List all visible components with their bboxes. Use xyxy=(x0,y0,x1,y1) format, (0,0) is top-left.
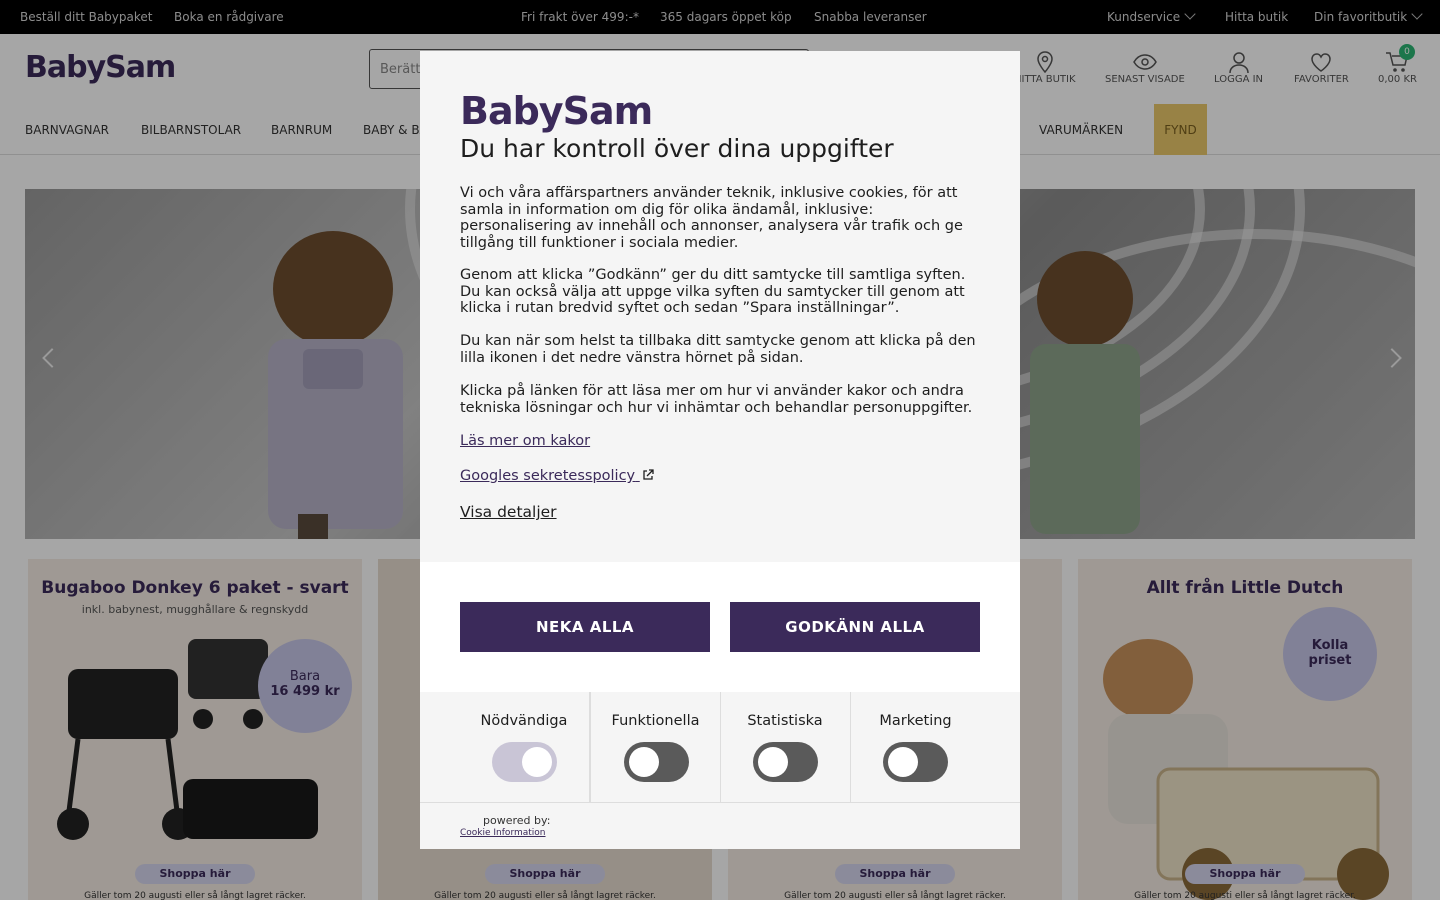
consent-button-area: NEKA ALLA GODKÄNN ALLA xyxy=(420,562,1020,692)
toggle-knob xyxy=(629,747,659,777)
consent-paragraph: Du kan när som helst ta tillbaka ditt sa… xyxy=(460,333,976,366)
category-label: Nödvändiga xyxy=(480,713,568,729)
consent-categories: Nödvändiga Funktionella Statistiska Mark… xyxy=(420,692,1020,803)
category-necessary: Nödvändiga xyxy=(459,692,590,803)
necessary-toggle[interactable] xyxy=(492,742,557,782)
cookie-information-link[interactable]: Cookie Information xyxy=(460,828,546,838)
cookie-consent-dialog: BabySam Du har kontroll över dina uppgif… xyxy=(420,51,1020,849)
toggle-knob xyxy=(758,747,788,777)
accept-all-button[interactable]: GODKÄNN ALLA xyxy=(730,602,980,652)
category-label: Marketing xyxy=(879,713,952,729)
external-link-icon xyxy=(643,469,654,480)
category-marketing: Marketing xyxy=(850,692,981,803)
consent-paragraph: Klicka på länken för att läsa mer om hur… xyxy=(460,383,973,416)
toggle-knob xyxy=(522,747,552,777)
cookies-info-link[interactable]: Läs mer om kakor xyxy=(460,433,590,449)
category-label: Statistiska xyxy=(747,713,823,729)
show-details-link[interactable]: Visa detaljer xyxy=(460,503,557,521)
consent-paragraph: Genom att klicka ”Godkänn” ger du ditt s… xyxy=(460,267,966,316)
functional-toggle[interactable] xyxy=(624,742,689,782)
google-privacy-link[interactable]: Googles sekretesspolicy xyxy=(460,468,654,484)
toggle-knob xyxy=(888,747,918,777)
consent-title: Du har kontroll över dina uppgifter xyxy=(460,134,894,163)
deny-all-button[interactable]: NEKA ALLA xyxy=(460,602,710,652)
consent-logo: BabySam xyxy=(460,89,653,133)
google-privacy-label: Googles sekretesspolicy xyxy=(460,468,636,484)
category-label: Funktionella xyxy=(611,713,700,729)
category-functional: Funktionella xyxy=(590,692,721,803)
consent-paragraph: Vi och våra affärspartners använder tekn… xyxy=(460,185,963,251)
powered-by-label: powered by: xyxy=(483,814,551,827)
statistics-toggle[interactable] xyxy=(753,742,818,782)
marketing-toggle[interactable] xyxy=(883,742,948,782)
category-statistics: Statistiska xyxy=(720,692,851,803)
